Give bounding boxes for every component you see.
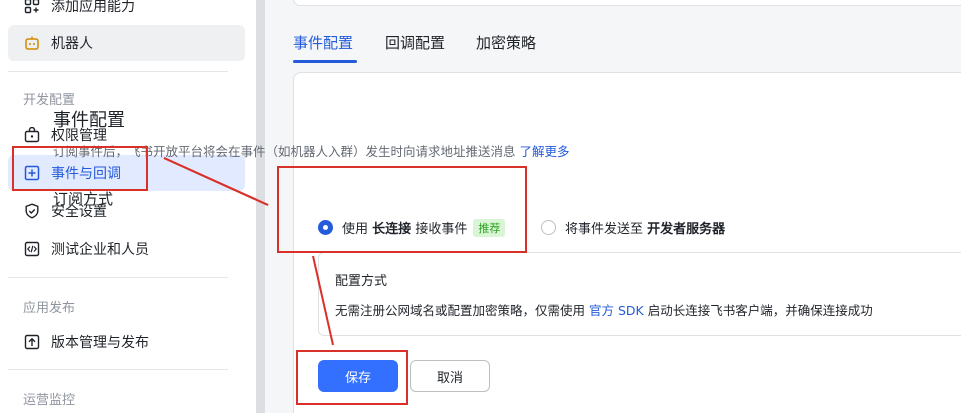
card-description: 订阅事件后，飞书开放平台将会在事件（如机器人入群）发生时向请求地址推送消息 了解…	[53, 141, 570, 160]
tab-active-indicator	[293, 60, 357, 63]
option-text-pre: 使用	[342, 222, 369, 237]
top-card	[293, 0, 961, 6]
lock-bag-icon	[23, 126, 41, 144]
sidebar-item-test-users[interactable]: 测试企业和人员	[8, 231, 245, 267]
tab-encryption[interactable]: 加密策略	[476, 32, 536, 53]
divider	[8, 369, 228, 370]
sidebar-item-label: 事件与回调	[51, 166, 121, 182]
robot-icon	[23, 34, 41, 52]
sidebar-item-add-capability[interactable]: 添加应用能力	[8, 0, 245, 24]
sidebar-item-label: 添加应用能力	[51, 0, 135, 15]
upload-icon	[23, 333, 41, 351]
sidebar-scrollbar[interactable]	[256, 0, 265, 413]
config-method-box	[318, 252, 961, 336]
cancel-button[interactable]: 取消	[410, 360, 490, 392]
sidebar-item-label: 机器人	[51, 36, 93, 52]
config-method-text: 无需注册公网域名或配置加密策略，仅需使用 官方 SDK 启动长连接飞书客户端，并…	[335, 300, 873, 319]
save-button[interactable]: 保存	[318, 360, 398, 392]
learn-more-link[interactable]: 了解更多	[520, 144, 570, 159]
group-label-ops: 运营监控	[23, 393, 76, 408]
sidebar-item-robot[interactable]: 机器人	[8, 25, 245, 61]
description-text: 订阅事件后，飞书开放平台将会在事件（如机器人入群）发生时向请求地址推送消息	[53, 144, 516, 159]
divider	[8, 277, 228, 278]
code-icon	[23, 240, 41, 258]
option-text-pre: 将事件发送至	[565, 222, 644, 237]
subscribe-mode-title: 订阅方式	[53, 190, 114, 208]
config-text-post: 启动长连接飞书客户端，并确保连接成功	[647, 303, 873, 318]
shield-icon	[23, 202, 41, 220]
main-panel: 事件配置 回调配置 加密策略	[265, 0, 961, 413]
option-text-bold: 开发者服务器	[647, 222, 726, 237]
radio-option-developer-server[interactable]: 将事件发送至 开发者服务器	[541, 218, 725, 237]
sidebar-item-security[interactable]: 安全设置	[8, 193, 245, 229]
tab-callback-config[interactable]: 回调配置	[385, 32, 445, 53]
radio-button-checked[interactable]	[318, 220, 333, 235]
radio-option-long-connection[interactable]: 使用 长连接 接收事件 推荐	[318, 218, 506, 237]
option-text-post: 接收事件	[415, 222, 468, 237]
sidebar-item-label: 版本管理与发布	[51, 335, 149, 351]
recommended-badge: 推荐	[473, 218, 506, 237]
config-text-pre: 无需注册公网域名或配置加密策略，仅需使用	[335, 303, 586, 318]
divider	[8, 71, 228, 72]
option-text-bold: 长连接	[372, 222, 412, 237]
event-plus-icon	[23, 164, 41, 182]
sidebar-item-version-release[interactable]: 版本管理与发布	[8, 324, 245, 360]
sidebar-item-label: 测试企业和人员	[51, 242, 149, 258]
group-label-publish: 应用发布	[23, 301, 76, 316]
radio-button-unchecked[interactable]	[541, 220, 556, 235]
grid-add-icon	[23, 0, 41, 15]
sidebar-item-events-callbacks[interactable]: 事件与回调	[8, 155, 245, 191]
tab-event-config[interactable]: 事件配置	[293, 32, 353, 53]
official-sdk-link[interactable]: 官方 SDK	[589, 303, 644, 318]
card-title: 事件配置	[53, 110, 125, 131]
sidebar: 添加应用能力 机器人 开发配置 权限管理 事件与回调 安全设置 测试企业和人员 …	[0, 0, 256, 413]
config-method-title: 配置方式	[335, 274, 388, 289]
